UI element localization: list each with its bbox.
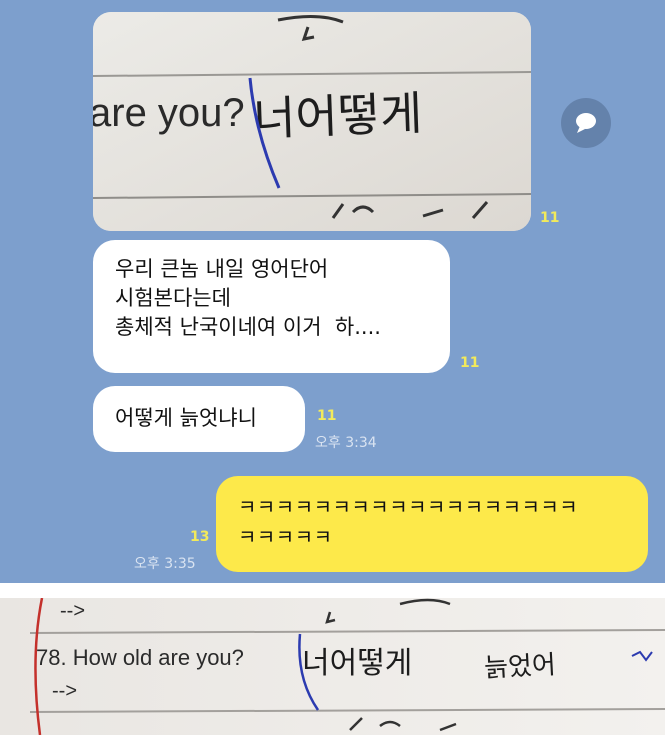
arrow-marker: --> xyxy=(60,600,85,622)
message-time: 오후 3:34 xyxy=(315,435,377,451)
message-bubble[interactable]: 우리 큰놈 내일 영어단어 시험본다는데 총체적 난국이네여 이거 하.... xyxy=(93,240,450,373)
message-time: 오후 3:35 xyxy=(134,556,196,572)
message-bubble[interactable]: 어떻게 늙엇냐니 xyxy=(93,386,305,452)
handwritten-answer: 너어떻게 xyxy=(302,646,413,681)
photo-message[interactable]: are you? 너어떻게 xyxy=(93,12,531,231)
printed-text: are you? xyxy=(93,91,245,135)
handwritten-answer-2: 늙었어 xyxy=(483,650,557,684)
arrow-marker: --> xyxy=(52,680,77,702)
message-bubble-mine[interactable]: ㅋㅋㅋㅋㅋㅋㅋㅋㅋㅋㅋㅋㅋㅋㅋㅋㅋㅋ ㅋㅋㅋㅋㅋ xyxy=(216,476,648,572)
message-line: 시험본다는데 xyxy=(115,286,231,310)
message-line: ㅋㅋㅋㅋㅋ xyxy=(238,525,333,549)
chat-area: are you? 너어떻게 11 우리 큰놈 내일 영어단어 시험본다는데 총체… xyxy=(0,0,665,583)
question-text: 78. How old are you? xyxy=(36,645,244,670)
unread-count: 11 xyxy=(540,210,560,226)
message-line: 총체적 난국이네여 이거 하.... xyxy=(115,315,381,339)
handwritten-answer: 너어떻게 xyxy=(252,86,423,146)
worksheet-photo: are you? 너어떻게 xyxy=(93,12,531,231)
unread-count: 11 xyxy=(460,355,480,371)
speech-bubble-icon xyxy=(576,113,596,133)
message-line: 어떻게 늙엇냐니 xyxy=(115,406,257,430)
worksheet-photo-closeup: --> 78. How old are you? 너어떻게 늙었어 --> xyxy=(0,598,665,735)
share-button[interactable] xyxy=(561,98,611,148)
message-line: ㅋㅋㅋㅋㅋㅋㅋㅋㅋㅋㅋㅋㅋㅋㅋㅋㅋㅋ xyxy=(238,495,579,519)
message-line: 우리 큰놈 내일 영어단어 xyxy=(115,257,329,281)
divider xyxy=(0,583,665,598)
unread-count: 13 xyxy=(190,529,210,545)
unread-count: 11 xyxy=(317,408,337,424)
